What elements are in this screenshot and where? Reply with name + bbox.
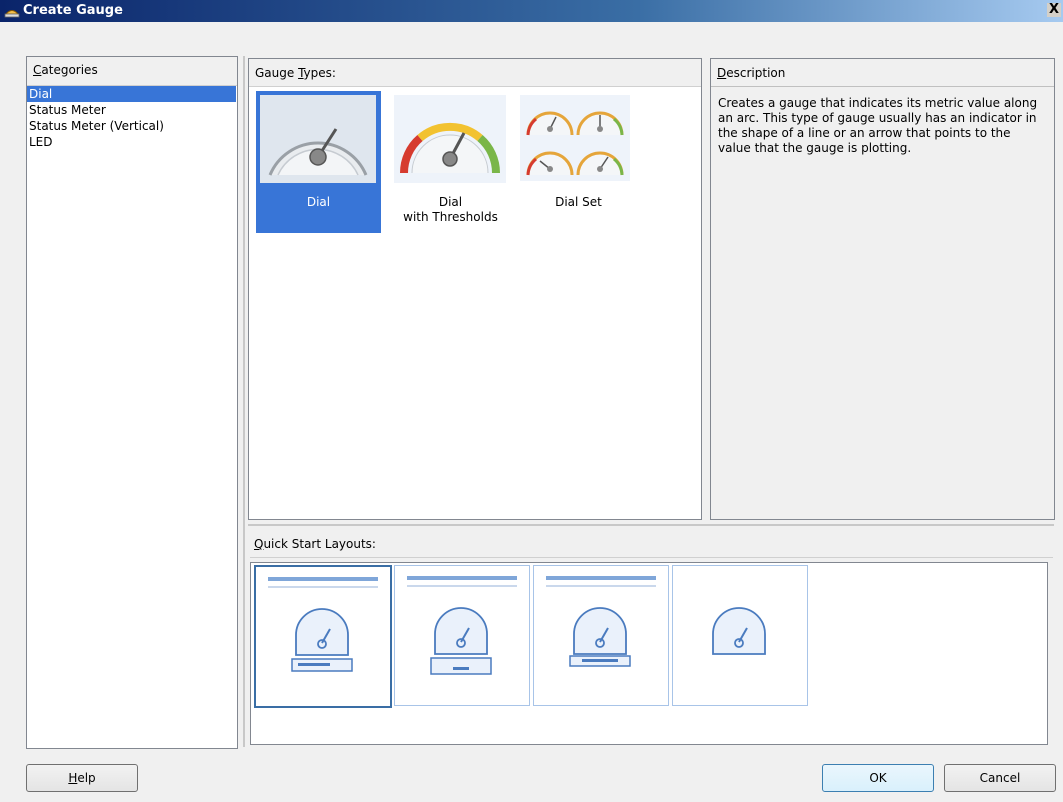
dial-thresholds-gauge-icon <box>399 122 501 174</box>
dial-set-gauge-icon <box>526 111 624 176</box>
app-icon <box>4 10 20 18</box>
gauge-types-header: Gauge Types: <box>249 59 701 87</box>
layout-2-icon <box>407 576 517 675</box>
layout-3-icon <box>546 576 656 667</box>
categories-panel: Categories Dial Status Meter Status Mete… <box>26 56 238 749</box>
window-title: Create Gauge <box>23 3 123 18</box>
category-item-led[interactable]: LED <box>27 134 236 150</box>
quick-start-layout-2[interactable] <box>394 565 530 706</box>
gauge-type-dial[interactable]: Dial <box>256 91 381 233</box>
dial-thumbnail <box>260 95 376 183</box>
ok-button[interactable]: OK <box>822 764 934 792</box>
quick-start-layout-4[interactable] <box>672 565 808 706</box>
horizontal-splitter[interactable] <box>248 524 1054 526</box>
gauge-type-dial-set[interactable]: Dial Set <box>516 91 641 233</box>
category-item-status-meter[interactable]: Status Meter <box>27 102 236 118</box>
categories-header: Categories <box>27 57 237 86</box>
description-header: Description <box>711 59 1054 87</box>
gauge-type-dial-set-label: Dial Set <box>555 195 602 209</box>
quick-start-layout-3[interactable] <box>533 565 669 706</box>
gauge-type-dial-thresholds-label: Dial with Thresholds <box>403 195 498 224</box>
description-text: Creates a gauge that indicates its metri… <box>718 96 1038 155</box>
description-panel: Description Creates a gauge that indicat… <box>710 58 1055 520</box>
category-item-dial[interactable]: Dial <box>27 86 236 102</box>
gauge-type-dial-label: Dial <box>306 195 331 209</box>
layout-1-icon <box>268 577 378 672</box>
categories-title: Categories <box>33 63 98 77</box>
category-item-status-meter-vertical[interactable]: Status Meter (Vertical) <box>27 118 236 134</box>
dial-thresholds-thumbnail <box>394 95 506 183</box>
dial-gauge-icon <box>268 128 368 176</box>
cancel-button[interactable]: Cancel <box>944 764 1056 792</box>
title-bar: Create Gauge X <box>0 0 1063 22</box>
quick-start-title: Quick Start Layouts: <box>254 537 376 551</box>
quick-start-header: Quick Start Layouts: <box>250 529 1053 558</box>
layout-4-icon <box>712 607 766 655</box>
gauge-types-panel: Gauge Types: Dial Dial with Thresholds D… <box>248 58 702 520</box>
help-button[interactable]: Help <box>26 764 138 792</box>
splitter[interactable] <box>243 56 245 747</box>
close-icon[interactable]: X <box>1047 3 1061 17</box>
dial-set-thumbnail <box>520 95 630 181</box>
gauge-type-dial-with-thresholds[interactable]: Dial with Thresholds <box>388 91 513 233</box>
gauge-types-title: Gauge Types: <box>255 66 336 80</box>
description-title: Description <box>717 66 786 80</box>
quick-start-layout-1[interactable] <box>254 565 392 708</box>
